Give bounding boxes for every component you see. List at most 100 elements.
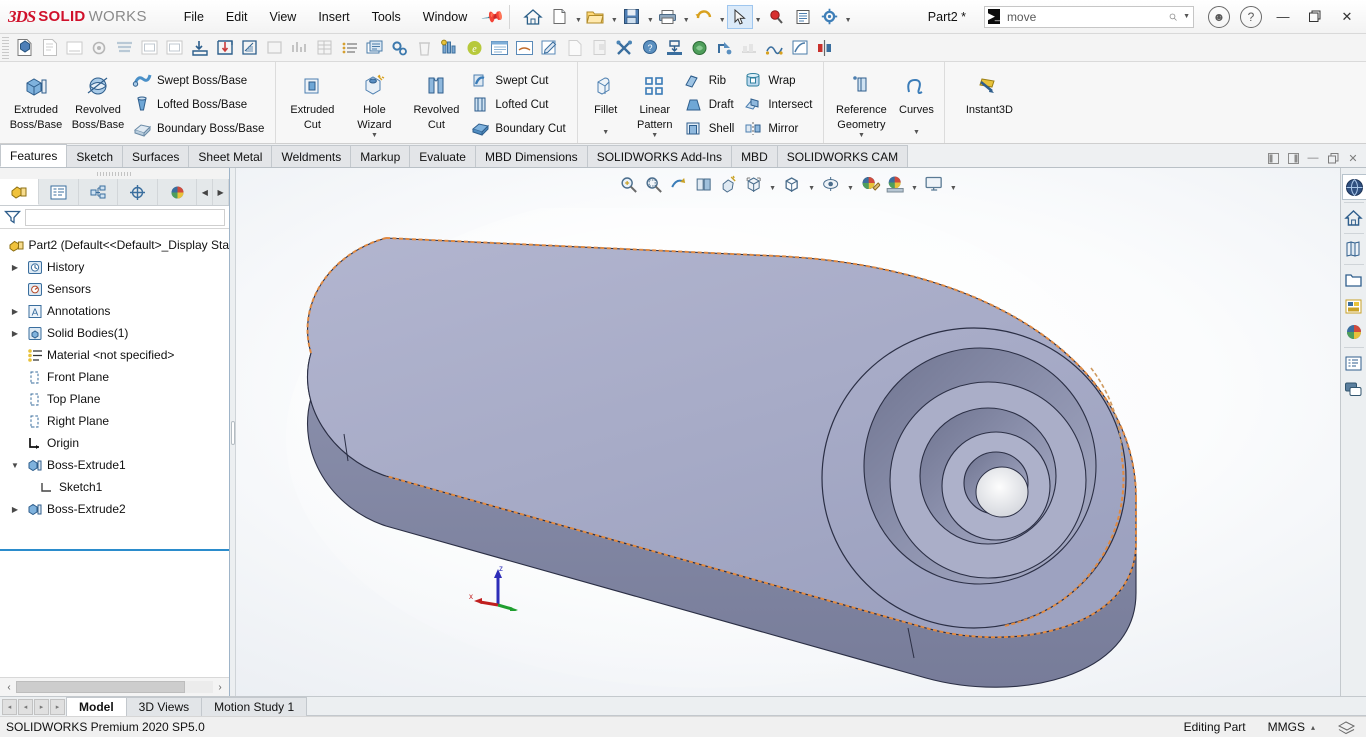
tolerance-analysis-icon[interactable]: [437, 35, 462, 60]
zoom-to-area-button[interactable]: [641, 172, 665, 196]
panel-left-icon[interactable]: [1264, 149, 1282, 167]
chevron-down-icon[interactable]: ▼: [683, 17, 690, 24]
configuration-manager-tab[interactable]: [78, 179, 119, 205]
tree-item-origin[interactable]: Origin: [0, 432, 229, 454]
tab-mbd[interactable]: MBD: [731, 145, 778, 167]
chevron-down-icon[interactable]: ▼: [651, 132, 658, 139]
window-restore-button[interactable]: [1300, 4, 1330, 30]
chevron-down-icon[interactable]: ▼: [766, 185, 779, 192]
print-icon[interactable]: [655, 5, 681, 29]
markup-edit-icon[interactable]: [537, 35, 562, 60]
help-bubble-icon[interactable]: ?: [637, 35, 662, 60]
display-style-button[interactable]: [780, 172, 804, 196]
boundary-cut-button[interactable]: Boundary Cut: [467, 117, 571, 140]
edit-appearance-button[interactable]: [858, 172, 882, 196]
tree-item-front-plane[interactable]: Front Plane: [0, 366, 229, 388]
blank-page-icon[interactable]: [562, 35, 587, 60]
tab-weldments[interactable]: Weldments: [271, 145, 352, 167]
rib-button[interactable]: Rib: [681, 69, 741, 92]
tree-item-history[interactable]: ▶ History: [0, 256, 229, 278]
feature-manager-tab[interactable]: [0, 179, 40, 205]
zoom-to-fit-button[interactable]: [616, 172, 640, 196]
new-part-icon[interactable]: [12, 35, 37, 60]
file-explorer-button[interactable]: [1342, 236, 1366, 262]
user-account-icon[interactable]: ☻: [1208, 5, 1230, 28]
design-library-button[interactable]: [1342, 205, 1366, 231]
chevron-down-icon[interactable]: ▼: [913, 129, 920, 136]
command-search-box[interactable]: ▶_ ▼: [984, 5, 1194, 28]
reference-geometry-button[interactable]: Reference Geometry ▼: [829, 65, 893, 139]
instant3d-button[interactable]: Instant3D: [950, 65, 1028, 116]
apply-scene-button[interactable]: [883, 172, 907, 196]
options-gear-icon[interactable]: [817, 5, 843, 29]
chevron-down-icon[interactable]: ▼: [371, 132, 378, 139]
symmetry-check-icon[interactable]: [812, 35, 837, 60]
menu-item-insert[interactable]: Insert: [307, 6, 360, 28]
custom-properties-button[interactable]: [1342, 319, 1366, 345]
tab-nav-first[interactable]: ◂: [2, 698, 17, 715]
3dexperience-icon[interactable]: e: [462, 35, 487, 60]
tabs-prev-button[interactable]: ◀: [197, 179, 214, 205]
trash-icon[interactable]: [412, 35, 437, 60]
tab-evaluate[interactable]: Evaluate: [409, 145, 476, 167]
toolbar-grip[interactable]: [2, 36, 9, 59]
tree-twisty[interactable]: ▶: [8, 329, 22, 338]
view-settings-button[interactable]: [922, 172, 946, 196]
chevron-down-icon[interactable]: ▼: [602, 129, 609, 136]
view-cube-button[interactable]: [741, 172, 765, 196]
options-dialog-icon[interactable]: [162, 35, 187, 60]
chevron-down-icon[interactable]: ▼: [947, 185, 960, 192]
bottom-tab-3d-views[interactable]: 3D Views: [125, 697, 203, 716]
menu-item-file[interactable]: File: [173, 6, 215, 28]
revolved-cut-button[interactable]: Revolved Cut: [405, 65, 467, 131]
tree-rollback-bar[interactable]: [0, 549, 229, 551]
tab-nav-next[interactable]: ▸: [34, 698, 49, 715]
rebuild-icon[interactable]: [87, 35, 112, 60]
search-input[interactable]: [1004, 8, 1164, 25]
section-view-icon[interactable]: [237, 35, 262, 60]
zebra-stripes-icon[interactable]: [787, 35, 812, 60]
menu-item-window[interactable]: Window: [412, 6, 478, 28]
tree-item-material[interactable]: Material <not specified>: [0, 344, 229, 366]
home-icon[interactable]: [520, 5, 546, 29]
curve-tool-icon[interactable]: [262, 35, 287, 60]
floxpress-icon[interactable]: [712, 35, 737, 60]
solidworks-forum-button[interactable]: [1342, 350, 1366, 376]
fillet-button[interactable]: Fillet ▼: [583, 65, 629, 136]
scroll-thumb[interactable]: [16, 681, 186, 693]
tree-item-boss-extrude2[interactable]: ▶ Boss-Extrude2: [0, 498, 229, 520]
panel-grip[interactable]: [0, 168, 229, 179]
tree-item-part2[interactable]: Part2 (Default<<Default>_Display Sta: [0, 234, 229, 256]
menu-item-view[interactable]: View: [258, 6, 307, 28]
curves-button[interactable]: Curves ▼: [893, 65, 939, 136]
tree-item-top-plane[interactable]: Top Plane: [0, 388, 229, 410]
chevron-down-icon[interactable]: ▼: [845, 17, 852, 24]
shell-button[interactable]: Shell: [681, 117, 741, 140]
linear-pattern-button[interactable]: Linear Pattern ▼: [629, 65, 681, 139]
lofted-cut-button[interactable]: Lofted Cut: [467, 93, 571, 116]
dimxpert-manager-tab[interactable]: [118, 179, 158, 205]
chat-button[interactable]: [1342, 376, 1366, 402]
3d-model-viewport[interactable]: [236, 208, 1340, 696]
tab-nav-prev[interactable]: ◂: [18, 698, 33, 715]
tree-item-right-plane[interactable]: Right Plane: [0, 410, 229, 432]
save-icon[interactable]: [619, 5, 645, 29]
lofted-boss-base-button[interactable]: Lofted Boss/Base: [129, 93, 270, 116]
cut-down-icon[interactable]: [212, 35, 237, 60]
chevron-down-icon[interactable]: ▼: [575, 17, 582, 24]
tree-item-sensors[interactable]: Sensors: [0, 278, 229, 300]
draft-button[interactable]: Draft: [681, 93, 741, 116]
panel-right-icon[interactable]: [1284, 149, 1302, 167]
hole-wizard-button[interactable]: Hole Wizard ▼: [343, 65, 405, 139]
sw-resources-button[interactable]: [1341, 174, 1366, 200]
wrap-button[interactable]: Wrap: [740, 69, 818, 92]
extruded-boss-base-button[interactable]: Extruded Boss/Base: [5, 65, 67, 131]
menu-item-tools[interactable]: Tools: [361, 6, 412, 28]
swept-cut-button[interactable]: Swept Cut: [467, 69, 571, 92]
filter-funnel-icon[interactable]: [4, 209, 21, 225]
chevron-down-icon[interactable]: ▼: [858, 132, 865, 139]
bom-list-icon[interactable]: [337, 35, 362, 60]
view-palette-button[interactable]: [1342, 267, 1366, 293]
view-orientation-button[interactable]: [716, 172, 740, 196]
tab-features[interactable]: Features: [0, 144, 68, 167]
